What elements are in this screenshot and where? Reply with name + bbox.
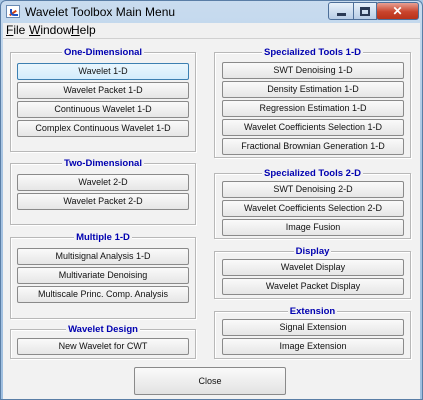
frame-extension: Extension Signal Extension Image Extensi…	[214, 306, 411, 359]
menu-window[interactable]: Window	[29, 23, 72, 38]
wavelet-2d-button[interactable]: Wavelet 2-D	[17, 174, 189, 191]
frame-specialized-tools-1d: Specialized Tools 1-D SWT Denoising 1-D …	[214, 47, 411, 158]
frame-title-two-dimensional: Two-Dimensional	[62, 158, 144, 169]
close-button[interactable]: Close	[134, 367, 286, 395]
frame-title-specialized-tools-2d: Specialized Tools 2-D	[262, 168, 363, 179]
maximize-icon	[360, 6, 370, 16]
frame-title-multiple-1d: Multiple 1-D	[74, 232, 132, 243]
minimize-icon	[336, 12, 346, 16]
frame-multiple-1d: Multiple 1-D Multisignal Analysis 1-D Mu…	[10, 232, 196, 319]
frame-title-specialized-tools-1d: Specialized Tools 1-D	[262, 47, 363, 58]
complex-continuous-wavelet-1d-button[interactable]: Complex Continuous Wavelet 1-D	[17, 120, 189, 137]
close-icon: ✕	[392, 4, 403, 18]
new-wavelet-for-cwt-button[interactable]: New Wavelet for CWT	[17, 338, 189, 355]
frame-one-dimensional: One-Dimensional Wavelet 1-D Wavelet Pack…	[10, 47, 196, 152]
wavelet-display-button[interactable]: Wavelet Display	[222, 259, 404, 276]
image-extension-button[interactable]: Image Extension	[222, 338, 404, 355]
regression-estimation-1d-button[interactable]: Regression Estimation 1-D	[222, 100, 404, 117]
frame-wavelet-design: Wavelet Design New Wavelet for CWT	[10, 324, 196, 359]
fractional-brownian-generation-1d-button[interactable]: Fractional Brownian Generation 1-D	[222, 138, 404, 155]
close-window-button[interactable]: ✕	[376, 2, 419, 20]
menu-bar: File Window Help	[3, 23, 420, 38]
wavelet-coefficients-selection-2d-button[interactable]: Wavelet Coefficients Selection 2-D	[222, 200, 404, 217]
frame-title-wavelet-design: Wavelet Design	[66, 324, 140, 335]
frame-title-display: Display	[293, 246, 332, 257]
multivariate-denoising-button[interactable]: Multivariate Denoising	[17, 267, 189, 284]
signal-extension-button[interactable]: Signal Extension	[222, 319, 404, 336]
title-bar[interactable]: Wavelet Toolbox Main Menu ✕	[1, 1, 422, 23]
multiscale-pca-button[interactable]: Multiscale Princ. Comp. Analysis	[17, 286, 189, 303]
main-window: Wavelet Toolbox Main Menu ✕ File Window …	[0, 0, 423, 400]
minimize-button[interactable]	[328, 2, 354, 20]
frame-specialized-tools-2d: Specialized Tools 2-D SWT Denoising 2-D …	[214, 168, 411, 239]
swt-denoising-2d-button[interactable]: SWT Denoising 2-D	[222, 181, 404, 198]
wavelet-packet-1d-button[interactable]: Wavelet Packet 1-D	[17, 82, 189, 99]
menu-help[interactable]: Help	[71, 23, 96, 38]
menu-file[interactable]: File	[6, 23, 25, 38]
swt-denoising-1d-button[interactable]: SWT Denoising 1-D	[222, 62, 404, 79]
matlab-app-icon	[6, 5, 20, 18]
wavelet-coefficients-selection-1d-button[interactable]: Wavelet Coefficients Selection 1-D	[222, 119, 404, 136]
continuous-wavelet-1d-button[interactable]: Continuous Wavelet 1-D	[17, 101, 189, 118]
wavelet-packet-2d-button[interactable]: Wavelet Packet 2-D	[17, 193, 189, 210]
window-title: Wavelet Toolbox Main Menu	[25, 5, 176, 19]
wavelet-1d-button[interactable]: Wavelet 1-D	[17, 63, 189, 80]
density-estimation-1d-button[interactable]: Density Estimation 1-D	[222, 81, 404, 98]
wavelet-packet-display-button[interactable]: Wavelet Packet Display	[222, 278, 404, 295]
frame-two-dimensional: Two-Dimensional Wavelet 2-D Wavelet Pack…	[10, 158, 196, 225]
multisignal-analysis-1d-button[interactable]: Multisignal Analysis 1-D	[17, 248, 189, 265]
image-fusion-button[interactable]: Image Fusion	[222, 219, 404, 236]
frame-display: Display Wavelet Display Wavelet Packet D…	[214, 246, 411, 299]
maximize-button[interactable]	[353, 2, 377, 20]
frame-title-extension: Extension	[287, 306, 338, 317]
client-area: One-Dimensional Wavelet 1-D Wavelet Pack…	[3, 38, 420, 399]
frame-title-one-dimensional: One-Dimensional	[61, 47, 145, 58]
